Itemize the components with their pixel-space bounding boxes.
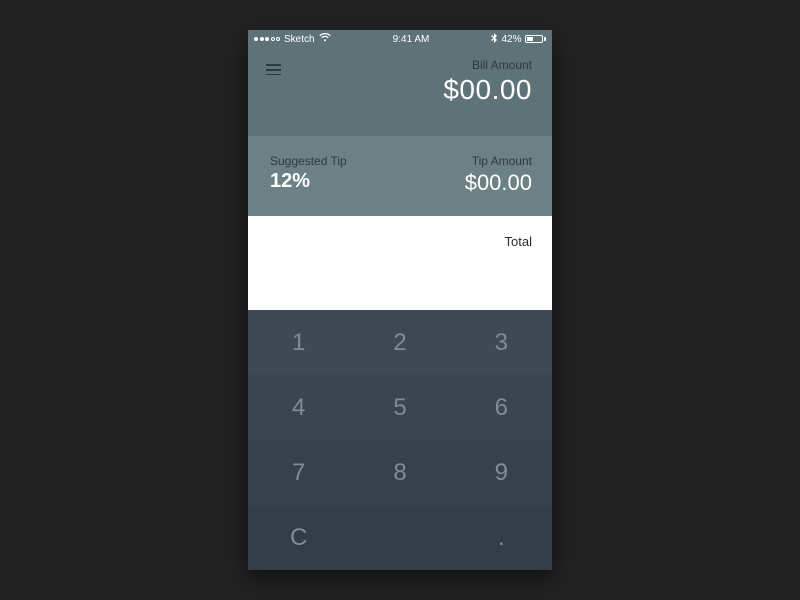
signal-dots-icon bbox=[254, 37, 280, 41]
key-4[interactable]: 4 bbox=[248, 375, 349, 440]
key-dot[interactable]: . bbox=[451, 505, 552, 570]
key-8[interactable]: 8 bbox=[349, 440, 450, 505]
status-bar: Sketch 9:41 AM 42% bbox=[248, 30, 552, 48]
key-5[interactable]: 5 bbox=[349, 375, 450, 440]
status-time: 9:41 AM bbox=[393, 34, 430, 45]
key-2[interactable]: 2 bbox=[349, 310, 450, 375]
wifi-icon bbox=[319, 33, 331, 45]
total-label: Total bbox=[505, 234, 532, 249]
total-panel: Total bbox=[248, 216, 552, 310]
key-empty bbox=[349, 505, 450, 570]
phone-frame: Sketch 9:41 AM 42% Bill Amou bbox=[248, 30, 552, 570]
bill-amount-block: Bill Amount $00.00 bbox=[443, 58, 532, 106]
key-clear[interactable]: C bbox=[248, 505, 349, 570]
battery-pct: 42% bbox=[501, 34, 521, 45]
status-left: Sketch bbox=[254, 33, 331, 45]
bluetooth-icon bbox=[491, 33, 497, 46]
menu-icon[interactable] bbox=[266, 58, 281, 75]
suggested-tip-label: Suggested Tip bbox=[270, 154, 347, 168]
suggested-tip-block: Suggested Tip 12% bbox=[270, 154, 347, 204]
battery-icon bbox=[525, 35, 546, 43]
suggested-tip-value: 12% bbox=[270, 170, 347, 193]
key-1[interactable]: 1 bbox=[248, 310, 349, 375]
keypad: 1 2 3 4 5 6 7 8 9 C . bbox=[248, 310, 552, 570]
carrier-label: Sketch bbox=[284, 34, 315, 45]
bill-amount-value: $00.00 bbox=[443, 74, 532, 106]
key-3[interactable]: 3 bbox=[451, 310, 552, 375]
tip-panel: Suggested Tip 12% Tip Amount $00.00 bbox=[248, 136, 552, 216]
tip-amount-value: $00.00 bbox=[465, 170, 532, 196]
key-6[interactable]: 6 bbox=[451, 375, 552, 440]
status-right: 42% bbox=[491, 33, 546, 46]
tip-amount-block: Tip Amount $00.00 bbox=[465, 154, 532, 204]
tip-amount-label: Tip Amount bbox=[465, 154, 532, 168]
key-7[interactable]: 7 bbox=[248, 440, 349, 505]
key-9[interactable]: 9 bbox=[451, 440, 552, 505]
bill-amount-label: Bill Amount bbox=[443, 58, 532, 72]
bill-panel: Bill Amount $00.00 bbox=[248, 48, 552, 136]
